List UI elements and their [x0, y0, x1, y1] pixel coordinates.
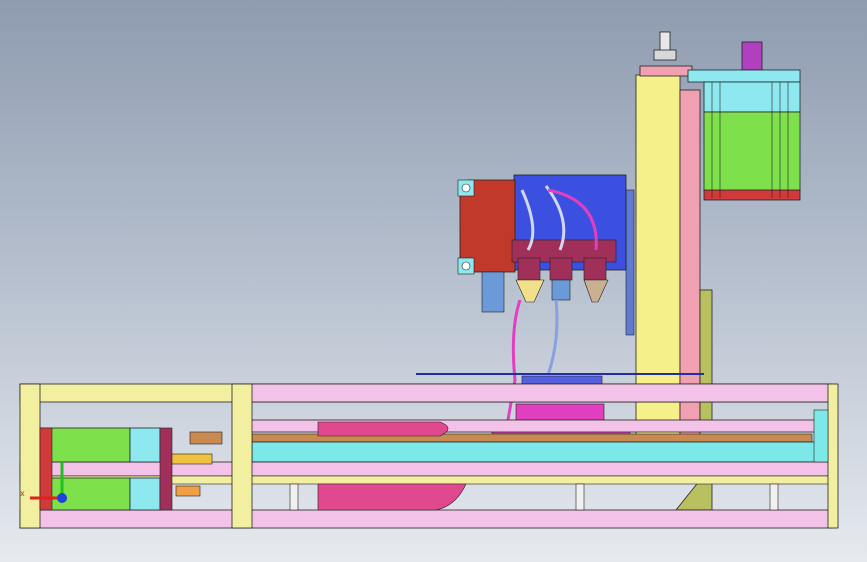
cad-viewport[interactable]: x — [0, 0, 867, 562]
z-motor — [687, 41, 801, 201]
cad-model: x — [19, 31, 839, 529]
svg-text:x: x — [20, 489, 25, 498]
